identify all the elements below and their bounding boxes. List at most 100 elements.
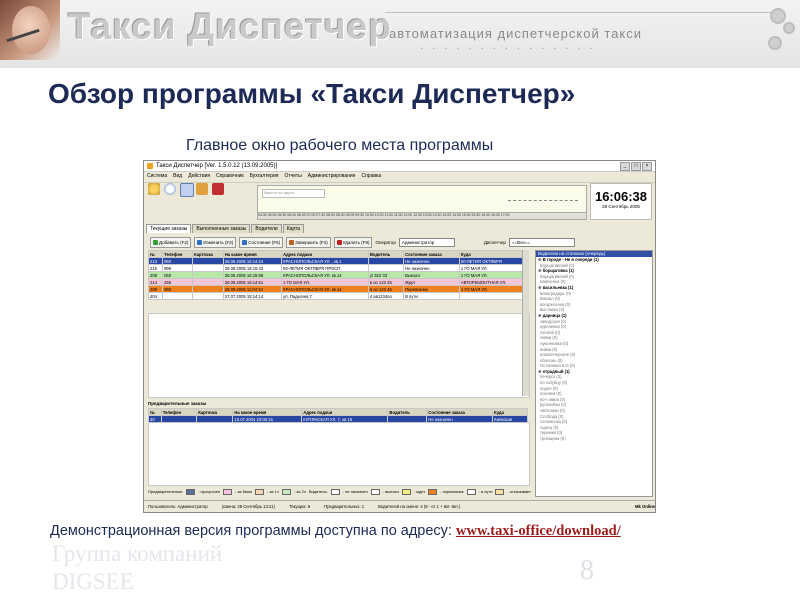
table-cell: 27.07.2005 15:14:14 (222, 292, 283, 300)
table-row[interactable]: 204 27.07.2005 15:14:14 ул. Падьгина 74 ав… (147, 292, 529, 300)
column-header[interactable]: Водитель (387, 408, 428, 416)
tab-completed-orders[interactable]: Выполненные заказы (192, 224, 251, 233)
column-header[interactable]: На какое время (232, 408, 303, 416)
table-cell (192, 285, 224, 293)
page-title: Обзор программы «Такси Диспетчер» (48, 78, 576, 109)
legend-swatch (466, 488, 476, 495)
column-header[interactable]: Карточка (196, 408, 234, 416)
edit-order-button[interactable]: Изменить (F3) (194, 236, 237, 248)
legend-swatch (223, 488, 232, 495)
gear-icon (783, 22, 795, 34)
table-cell: 256 (162, 278, 194, 286)
orders-table: № Телефон Карточка На какое время Адрес пода… (147, 250, 529, 300)
column-header[interactable]: Куда (492, 408, 528, 416)
orders-table-empty-area (148, 313, 530, 398)
header-divider (385, 12, 775, 13)
table-cell: 060 (162, 257, 194, 265)
company-name: Группа компаний DIGSEE (52, 541, 223, 594)
status-current: Текущих: 6 (289, 503, 311, 509)
legend-swatch (428, 488, 438, 495)
calendar-icon[interactable] (180, 183, 194, 197)
demo-text: Демонстрационная версия программы доступ… (50, 523, 456, 539)
column-header[interactable]: Состояние заказа (426, 408, 494, 416)
app-window: Такси Диспетчер [Ver. 1.5.0.12 (13.09.20… (143, 160, 656, 513)
operator-label: Оператор (375, 239, 396, 245)
column-header[interactable]: На какое время (222, 250, 283, 258)
maximize-button[interactable]: □ (631, 161, 641, 171)
column-header[interactable]: Водитель (367, 250, 405, 258)
toolbar: Ввести на адрес 04:30 05:00 05:30 06:00 … (144, 180, 655, 222)
status-bar: Пользователь: Администратор (смена: 28 С… (144, 500, 655, 511)
dispatcher-select[interactable]: ==Все== (508, 237, 575, 247)
legend-swatch (186, 488, 196, 495)
window-titlebar[interactable]: Такси Диспетчер [Ver. 1.5.0.12 (13.09.20… (144, 161, 655, 172)
status-drivers: Водителей на смене: 4 (8 - от 1 + 6кт.-5… (378, 503, 461, 509)
tab-map[interactable]: Карта (282, 224, 305, 233)
legend-label: - не назначен (342, 489, 368, 494)
table-cell: Не назначен (403, 257, 460, 265)
table-row[interactable]: 209 060 28.09.2005 11:04:10 КРАСНОПОЛЬСКАЯ … (147, 285, 529, 293)
table-cell (458, 292, 529, 300)
column-header[interactable]: Адрес подачи (281, 250, 369, 258)
minimize-button[interactable]: _ (620, 161, 630, 171)
page-number: 8 (580, 555, 594, 586)
orders-timeline[interactable]: Ввести на адрес 04:30 05:00 05:30 06:00 … (257, 185, 587, 220)
table-cell: Не назначен (403, 264, 460, 272)
table-cell: 999 (162, 264, 194, 272)
column-header[interactable]: Карточка (192, 250, 224, 258)
delete-icon (336, 239, 342, 245)
table-cell: КРАСНОПОЛЬСКАЯ УЛ. кв.14 (281, 285, 369, 293)
tab-current-orders[interactable]: Текущие заказы (146, 224, 192, 233)
timeline-ruler: 04:30 05:00 05:30 06:00 06:30 07:00 07:3… (258, 212, 586, 219)
table-cell: Выехал (403, 271, 460, 279)
table-row[interactable]: 214 256 28.09.2005 16:14:51 1 ГО МАЯ УЛ. в о… (147, 278, 529, 286)
column-header[interactable]: № (148, 408, 162, 416)
window-title: Такси Диспетчер [Ver. 1.5.0.12 (13.09.20… (156, 163, 278, 169)
operator-select[interactable]: Администратор (398, 237, 455, 247)
tab-drivers[interactable]: Водители (251, 224, 282, 233)
table-cell: 28.09.2005 16:14:24 (222, 257, 283, 265)
clock-display: 16:06:38 28 Сентябрь 2005 (590, 183, 652, 220)
legend-swatch (255, 488, 265, 495)
finish-order-button[interactable]: Завершить (F4) (286, 236, 331, 248)
column-header[interactable]: № (147, 250, 164, 258)
column-header[interactable]: Адрес подачи (301, 408, 389, 416)
address-search-input[interactable]: Ввести на адрес (262, 189, 325, 198)
column-header[interactable]: Куда (458, 250, 529, 258)
clock-icon[interactable] (164, 183, 176, 195)
legend-label: - ждет (413, 489, 426, 494)
column-header[interactable]: Телефон (160, 408, 198, 416)
delete-order-button[interactable]: Удалить (F8) (333, 236, 373, 248)
close-button[interactable]: × (642, 161, 652, 171)
color-legend: Предварительные: - просрочен - за 6мин - за… (148, 487, 532, 496)
edit-icon (197, 239, 203, 245)
legend-label: - за 2ч (293, 489, 306, 494)
table-cell: 060 (162, 285, 194, 293)
table-row[interactable]: 213 060 28.09.2005 16:14:24 КРАСНОПОЛЬСКАЯ … (147, 257, 529, 265)
table-cell: КРАСНОПОЛЬСКАЯ УЛ. кв.14 (281, 271, 369, 279)
legend-label: - отказывает (507, 489, 531, 494)
table-cell: КРАСНОПОЛЬСКАЯ УЛ. , кв.1 (281, 257, 369, 265)
download-link[interactable]: www.taxi-office/download/ (456, 523, 621, 539)
table-cell (192, 257, 224, 265)
legend-label: - перевозчик (440, 489, 464, 494)
legend-title: Предварительные: (148, 489, 184, 494)
table-row[interactable]: 209 060 28.09.2005 16:15:59 КРАСНОПОЛЬСКАЯ … (147, 271, 529, 279)
exit-icon[interactable] (212, 183, 224, 195)
column-header[interactable]: Состояние заказа (403, 250, 460, 258)
table-cell (192, 264, 224, 272)
table-cell (192, 292, 224, 300)
stand-item[interactable]: троещина (0) (536, 436, 652, 442)
search-icon[interactable] (148, 183, 160, 195)
table-cell: 213 (147, 257, 164, 265)
add-order-button[interactable]: Добавить (F2) (150, 236, 192, 248)
gear-icon (768, 36, 782, 50)
table-cell (162, 292, 194, 300)
status-shift: (смена: 28 Сентябрь 13:21) (221, 503, 276, 509)
table-row[interactable]: 215 999 28.09.2005 16:15:43 50-ЛЕТИЯ ОКТЯБР… (147, 264, 529, 272)
legend-swatch (281, 488, 291, 495)
phone-icon[interactable] (196, 183, 208, 195)
orders-scrollbar[interactable] (522, 250, 529, 396)
order-state-button[interactable]: Состояние (F5) (239, 236, 284, 248)
column-header[interactable]: Телефон (162, 250, 194, 258)
